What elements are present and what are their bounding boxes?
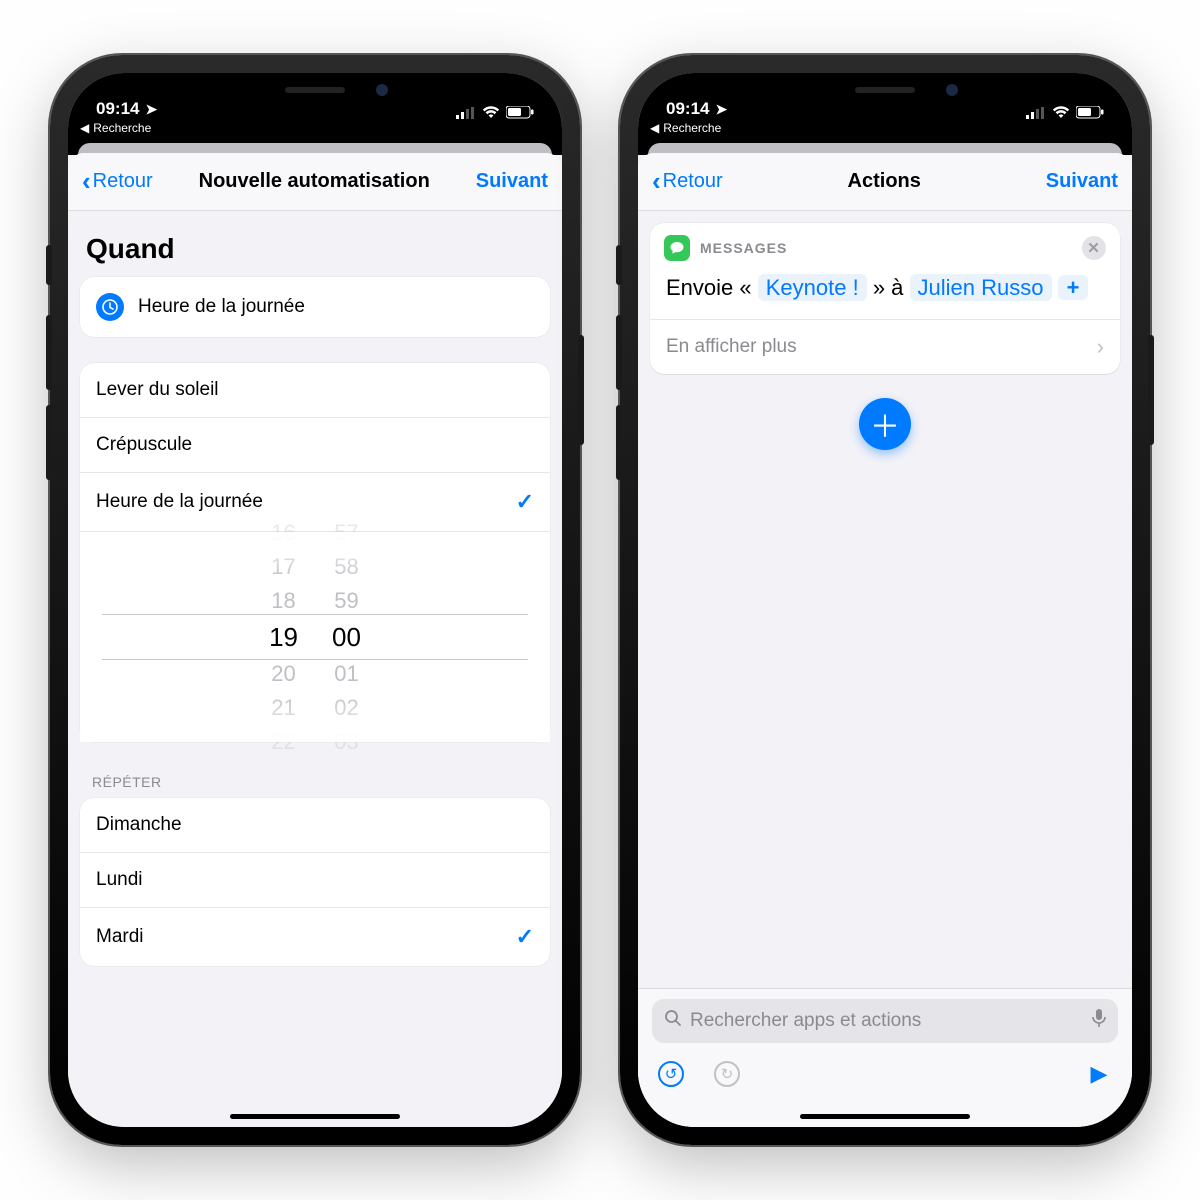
option-label: Heure de la journée [96,491,263,513]
battery-icon [506,106,534,119]
trigger-summary-row[interactable]: Heure de la journée [80,277,550,337]
phone-left: 09:14 ➤ ◀ Recherche [50,55,580,1145]
back-button[interactable]: ‹ Retour [652,166,723,197]
bottom-toolbar: Rechercher apps et actions ↺ ↻ ▶ [638,988,1132,1127]
search-input[interactable]: Rechercher apps et actions [652,999,1118,1043]
picker-hours[interactable]: 16 17 18 19 20 21 22 [269,520,298,755]
signal-icon [1026,107,1046,119]
show-more-label: En afficher plus [666,336,797,358]
screen-left: 09:14 ➤ ◀ Recherche [68,73,562,1127]
recipient-token[interactable]: Julien Russo [910,274,1052,301]
action-sentence: Envoie « Keynote ! » à Julien Russo + [650,265,1120,319]
show-more-row[interactable]: En afficher plus › [650,319,1120,374]
day-sunday[interactable]: Dimanche [80,798,550,853]
back-button[interactable]: ‹ Retour [82,166,153,197]
section-header-when: Quand [68,211,562,277]
option-label: Lever du soleil [96,379,219,401]
checkmark-icon: ✓ [516,924,534,950]
back-label: Retour [93,170,153,193]
signal-icon [456,107,476,119]
undo-button[interactable]: ↺ [658,1061,684,1087]
day-tuesday[interactable]: Mardi ✓ [80,908,550,966]
action-card-messages: MESSAGES ✕ Envoie « Keynote ! » à Julien… [650,223,1120,374]
next-button[interactable]: Suivant [1046,170,1118,193]
location-arrow-icon: ➤ [145,101,157,118]
search-icon [664,1009,682,1033]
battery-icon [1076,106,1104,119]
plus-icon: ＋ [870,402,900,446]
breadcrumb[interactable]: ◀ Recherche [638,121,1132,139]
add-action-button[interactable]: ＋ [859,398,911,450]
action-app-label: MESSAGES [700,240,787,256]
day-label: Mardi [96,926,144,948]
chevron-right-icon: › [1097,334,1104,360]
page-title: Nouvelle automatisation [199,170,430,193]
chevron-left-icon: ‹ [652,166,661,197]
remove-action-button[interactable]: ✕ [1082,236,1106,260]
page-title: Actions [848,170,921,193]
option-label: Crépuscule [96,434,192,456]
status-time: 09:14 [666,99,709,119]
next-button[interactable]: Suivant [476,170,548,193]
picker-minutes[interactable]: 57 58 59 00 01 02 03 [332,520,361,755]
breadcrumb-back-icon: ◀ [650,121,659,135]
group-label-repeat: RÉPÉTER [68,768,562,798]
home-indicator[interactable] [800,1114,970,1119]
back-label: Retour [663,170,723,193]
nav-bar: ‹ Retour Actions Suivant [638,153,1132,211]
redo-button: ↻ [714,1061,740,1087]
breadcrumb-back-icon: ◀ [80,121,89,135]
option-sunrise[interactable]: Lever du soleil [80,363,550,418]
breadcrumb-label: Recherche [663,121,721,135]
breadcrumb[interactable]: ◀ Recherche [68,121,562,139]
day-monday[interactable]: Lundi [80,853,550,908]
messages-app-icon [664,235,690,261]
microphone-icon[interactable] [1092,1008,1106,1034]
clock-icon [96,293,124,321]
trigger-summary-label: Heure de la journée [138,296,305,318]
status-time: 09:14 [96,99,139,119]
search-placeholder: Rechercher apps et actions [690,1010,921,1032]
wifi-icon [482,106,500,119]
wifi-icon [1052,106,1070,119]
location-arrow-icon: ➤ [715,101,727,118]
notch [200,73,430,107]
option-sunset[interactable]: Crépuscule [80,418,550,473]
message-text-token[interactable]: Keynote ! [758,274,867,301]
nav-bar: ‹ Retour Nouvelle automatisation Suivant [68,153,562,211]
breadcrumb-label: Recherche [93,121,151,135]
day-label: Dimanche [96,814,182,836]
option-time-of-day[interactable]: Heure de la journée ✓ [80,473,550,532]
screen-right: 09:14 ➤ ◀ Recherche [638,73,1132,1127]
notch [770,73,1000,107]
checkmark-icon: ✓ [516,489,534,515]
home-indicator[interactable] [230,1114,400,1119]
run-button[interactable]: ▶ [1086,1061,1112,1087]
phone-right: 09:14 ➤ ◀ Recherche [620,55,1150,1145]
day-label: Lundi [96,869,143,891]
time-picker[interactable]: 16 17 18 19 20 21 22 57 58 59 00 [80,532,550,742]
chevron-left-icon: ‹ [82,166,91,197]
add-recipient-button[interactable]: + [1058,275,1089,300]
